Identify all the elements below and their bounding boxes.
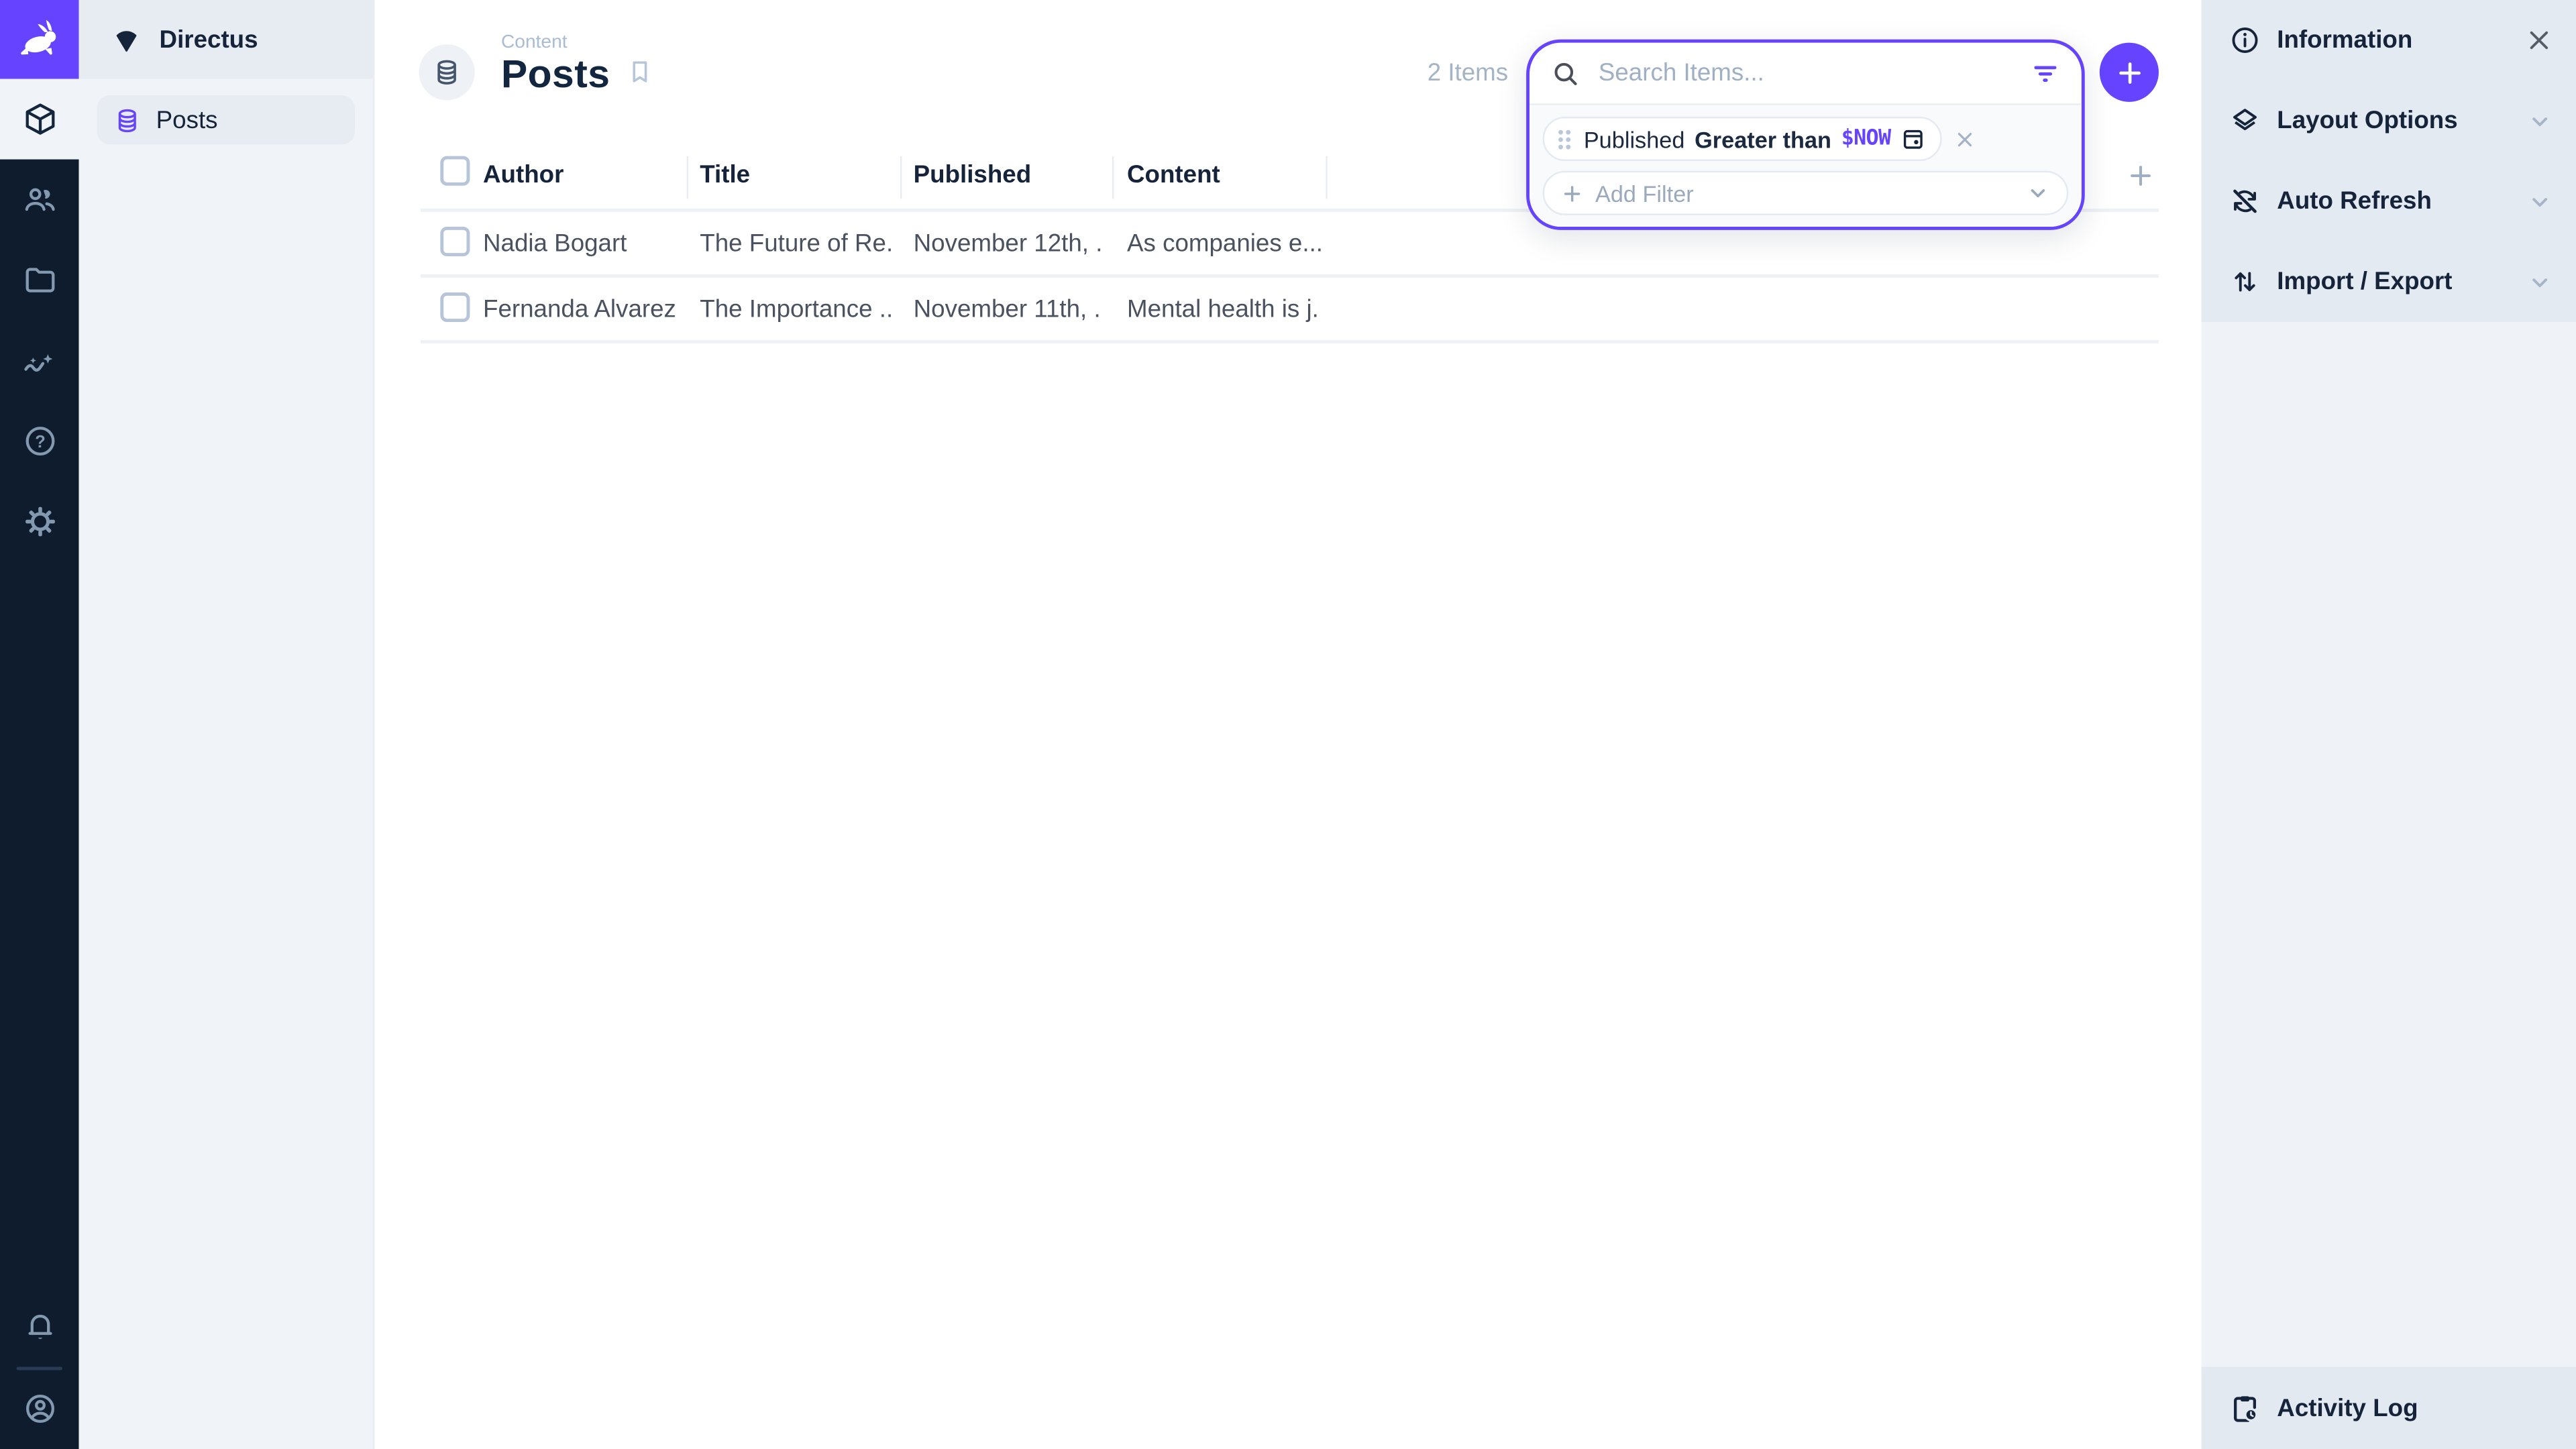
- filter-chip[interactable]: Published Greater than $NOW: [1543, 117, 1942, 161]
- sync-disabled-icon: [2229, 186, 2261, 217]
- layers-icon: [2229, 105, 2261, 137]
- table-row[interactable]: Fernanda Alvarez The Importance ... Nove…: [421, 278, 2159, 343]
- box-icon: [22, 102, 56, 136]
- chevron-down-icon: [2527, 107, 2553, 133]
- activity-log-icon: [2229, 1393, 2261, 1424]
- sidebar-sections: Information Layout Options: [2202, 0, 2576, 322]
- module-content[interactable]: [0, 79, 79, 160]
- search-icon: [1551, 58, 1580, 88]
- column-divider[interactable]: [1112, 156, 1114, 199]
- search-row: [1529, 43, 2082, 104]
- project-name: Directus: [160, 25, 258, 54]
- filter-field: Published: [1584, 125, 1685, 152]
- sidebar-item-posts[interactable]: Posts: [97, 95, 354, 144]
- cell-title: The Importance ...: [700, 296, 894, 324]
- chevron-down-icon: [2527, 268, 2553, 294]
- sidebar-section-label: Information: [2277, 26, 2412, 54]
- filter-icon[interactable]: [2031, 58, 2060, 88]
- database-icon: [113, 106, 142, 134]
- column-header-title[interactable]: Title: [700, 161, 894, 189]
- cell-published: November 11th, ...: [914, 296, 1103, 324]
- cell-author: Fernanda Alvarez: [483, 296, 680, 324]
- account-button[interactable]: [0, 1368, 79, 1449]
- filter-area: Published Greater than $NOW: [1529, 103, 2082, 227]
- row-checkbox[interactable]: [440, 227, 470, 256]
- collection-icon-chip: [419, 44, 474, 100]
- breadcrumb: Content: [501, 33, 568, 52]
- module-docs[interactable]: ?: [0, 401, 79, 482]
- plus-icon: [2114, 56, 2145, 88]
- svg-text:?: ?: [34, 433, 45, 451]
- sidebar-section-label: Import / Export: [2277, 268, 2452, 296]
- nav-sidebar: Directus Posts: [79, 0, 375, 1449]
- select-all-checkbox[interactable]: [440, 156, 470, 186]
- page-title: Posts: [501, 52, 610, 99]
- notifications-button[interactable]: [0, 1288, 79, 1368]
- database-icon: [432, 58, 462, 87]
- account-avatar-icon: [22, 1391, 56, 1426]
- calendar-icon[interactable]: [1900, 127, 1925, 152]
- close-icon[interactable]: [2525, 26, 2553, 54]
- bell-icon: [22, 1311, 56, 1345]
- directus-rabbit-icon: [15, 15, 64, 64]
- add-filter-label: Add Filter: [1595, 180, 1694, 206]
- activity-log-label: Activity Log: [2277, 1394, 2418, 1422]
- drag-handle-icon[interactable]: [1554, 127, 1574, 150]
- project-chooser[interactable]: Directus: [79, 0, 373, 79]
- chevron-down-icon[interactable]: [2026, 180, 2051, 205]
- add-column-icon[interactable]: [2126, 161, 2155, 191]
- create-item-button[interactable]: [2100, 43, 2159, 102]
- sidebar-item-label: Posts: [156, 106, 218, 134]
- right-sidebar: Information Layout Options: [2202, 0, 2576, 1449]
- cell-title: The Future of Re...: [700, 230, 894, 258]
- sidebar-section-label: Layout Options: [2277, 107, 2457, 135]
- help-icon: ?: [22, 424, 56, 458]
- column-divider[interactable]: [687, 156, 688, 199]
- sidebar-section-import-export[interactable]: Import / Export: [2202, 241, 2576, 322]
- sidebar-section-auto-refresh[interactable]: Auto Refresh: [2202, 161, 2576, 241]
- row-checkbox[interactable]: [440, 292, 470, 322]
- search-input[interactable]: [1595, 58, 2016, 89]
- column-header-published[interactable]: Published: [914, 161, 1103, 189]
- module-users[interactable]: [0, 160, 79, 240]
- fan-icon: [112, 25, 142, 54]
- cell-content: As companies e...: [1127, 230, 1321, 258]
- column-divider[interactable]: [1326, 156, 1327, 199]
- insights-icon: [21, 343, 58, 379]
- main-content: Content Posts 2 Items: [376, 0, 2202, 1449]
- import-export-icon: [2229, 266, 2261, 298]
- module-bar: ?: [0, 0, 79, 1449]
- cell-published: November 12th, ...: [914, 230, 1103, 258]
- directus-app: ?: [0, 0, 2576, 1449]
- search-panel: Published Greater than $NOW: [1526, 40, 2085, 230]
- users-icon: [22, 182, 56, 217]
- bookmark-icon[interactable]: [626, 58, 654, 86]
- module-settings[interactable]: [0, 482, 79, 562]
- column-header-author[interactable]: Author: [483, 161, 680, 189]
- info-icon: [2229, 25, 2261, 56]
- sidebar-activity-log[interactable]: Activity Log: [2202, 1367, 2576, 1449]
- cell-content: Mental health is j...: [1127, 296, 1321, 324]
- filter-value[interactable]: $NOW: [1841, 127, 1891, 152]
- cell-author: Nadia Bogart: [483, 230, 680, 258]
- gear-icon: [22, 504, 56, 539]
- module-insights[interactable]: [0, 321, 79, 401]
- plus-icon: [1561, 182, 1584, 205]
- column-divider[interactable]: [900, 156, 902, 199]
- sidebar-section-label: Auto Refresh: [2277, 187, 2432, 215]
- items-count: 2 Items: [1179, 59, 1508, 87]
- chevron-down-icon: [2527, 188, 2553, 214]
- folder-icon: [22, 263, 56, 297]
- filter-operator[interactable]: Greater than: [1695, 125, 1831, 152]
- column-header-content[interactable]: Content: [1127, 161, 1321, 189]
- directus-logo-button[interactable]: [0, 0, 79, 79]
- add-filter-button[interactable]: Add Filter: [1543, 171, 2069, 215]
- module-files[interactable]: [0, 240, 79, 321]
- sidebar-section-layout-options[interactable]: Layout Options: [2202, 80, 2576, 161]
- remove-filter-icon[interactable]: [1953, 127, 1976, 150]
- sidebar-section-information[interactable]: Information: [2202, 0, 2576, 80]
